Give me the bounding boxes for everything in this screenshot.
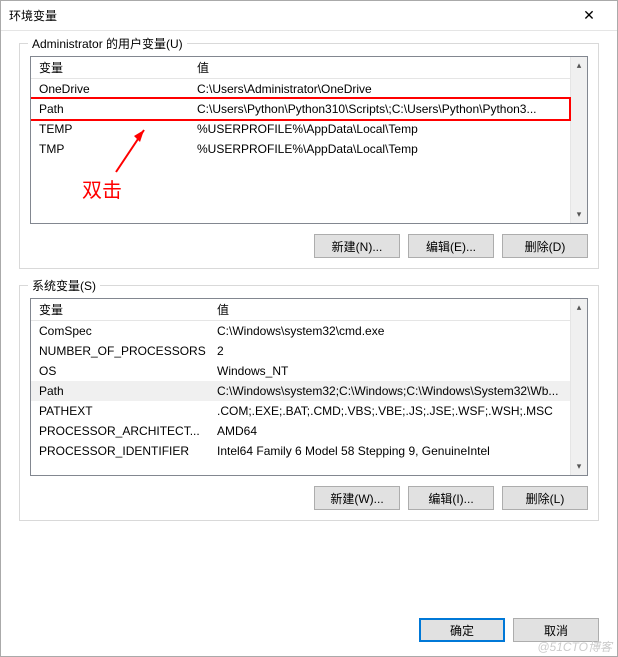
col-var-header[interactable]: 变量 — [31, 301, 209, 318]
var-name: OS — [31, 364, 209, 378]
dialog-footer: 确定 取消 — [1, 610, 617, 656]
var-value: C:\Windows\system32\cmd.exe — [209, 324, 570, 338]
var-value: Windows_NT — [209, 364, 570, 378]
sys-vars-group: 系统变量(S) 变量 值 ComSpec C:\Windows\system32… — [19, 285, 599, 521]
sys-vars-list[interactable]: 变量 值 ComSpec C:\Windows\system32\cmd.exe… — [30, 298, 588, 476]
window-title: 环境变量 — [9, 7, 569, 24]
watermark: @51CTO博客 — [537, 638, 612, 655]
new-user-var-button[interactable]: 新建(N)... — [314, 234, 400, 258]
var-value: AMD64 — [209, 424, 570, 438]
var-name: Path — [31, 384, 209, 398]
var-value: 2 — [209, 344, 570, 358]
ok-button[interactable]: 确定 — [419, 618, 505, 642]
user-list-rows: OneDrive C:\Users\Administrator\OneDrive… — [31, 79, 570, 159]
new-sys-var-button[interactable]: 新建(W)... — [314, 486, 400, 510]
table-row[interactable]: TEMP %USERPROFILE%\AppData\Local\Temp — [31, 119, 570, 139]
scroll-down-icon[interactable]: ▾ — [571, 206, 587, 223]
table-row[interactable]: PROCESSOR_IDENTIFIER Intel64 Family 6 Mo… — [31, 441, 570, 461]
env-vars-dialog: 环境变量 ✕ Administrator 的用户变量(U) 变量 值 OneDr… — [0, 0, 618, 657]
table-row[interactable]: Path C:\Users\Python\Python310\Scripts\;… — [31, 99, 570, 119]
edit-user-var-button[interactable]: 编辑(E)... — [408, 234, 494, 258]
var-value: %USERPROFILE%\AppData\Local\Temp — [189, 122, 570, 136]
scroll-down-icon[interactable]: ▾ — [571, 458, 587, 475]
user-buttons: 新建(N)... 编辑(E)... 删除(D) — [30, 234, 588, 258]
var-name: PATHEXT — [31, 404, 209, 418]
sys-list-header: 变量 值 — [31, 299, 570, 321]
var-value: C:\Windows\system32;C:\Windows;C:\Window… — [209, 384, 570, 398]
user-list-header: 变量 值 — [31, 57, 570, 79]
user-vars-group: Administrator 的用户变量(U) 变量 值 OneDrive C:\… — [19, 43, 599, 269]
var-name: TEMP — [31, 122, 189, 136]
var-name: NUMBER_OF_PROCESSORS — [31, 344, 209, 358]
table-row[interactable]: PATHEXT .COM;.EXE;.BAT;.CMD;.VBS;.VBE;.J… — [31, 401, 570, 421]
dialog-body: Administrator 的用户变量(U) 变量 值 OneDrive C:\… — [1, 31, 617, 610]
col-val-header[interactable]: 值 — [209, 301, 570, 318]
delete-user-var-button[interactable]: 删除(D) — [502, 234, 588, 258]
edit-sys-var-button[interactable]: 编辑(I)... — [408, 486, 494, 510]
table-row[interactable]: Path C:\Windows\system32;C:\Windows;C:\W… — [31, 381, 570, 401]
table-row[interactable]: OS Windows_NT — [31, 361, 570, 381]
user-vars-list[interactable]: 变量 值 OneDrive C:\Users\Administrator\One… — [30, 56, 588, 224]
table-row[interactable]: OneDrive C:\Users\Administrator\OneDrive — [31, 79, 570, 99]
scrollbar[interactable]: ▴ ▾ — [570, 299, 587, 475]
var-value: C:\Users\Python\Python310\Scripts\;C:\Us… — [189, 102, 570, 116]
scrollbar[interactable]: ▴ ▾ — [570, 57, 587, 223]
var-name: ComSpec — [31, 324, 209, 338]
table-row[interactable]: TMP %USERPROFILE%\AppData\Local\Temp — [31, 139, 570, 159]
sys-vars-label: 系统变量(S) — [28, 277, 100, 294]
table-row[interactable]: PROCESSOR_ARCHITECT... AMD64 — [31, 421, 570, 441]
sys-buttons: 新建(W)... 编辑(I)... 删除(L) — [30, 486, 588, 510]
var-value: C:\Users\Administrator\OneDrive — [189, 82, 570, 96]
col-val-header[interactable]: 值 — [189, 59, 570, 76]
titlebar[interactable]: 环境变量 ✕ — [1, 1, 617, 31]
user-vars-label: Administrator 的用户变量(U) — [28, 35, 187, 52]
table-row[interactable]: ComSpec C:\Windows\system32\cmd.exe — [31, 321, 570, 341]
scroll-up-icon[interactable]: ▴ — [571, 57, 587, 74]
var-value: Intel64 Family 6 Model 58 Stepping 9, Ge… — [209, 444, 570, 458]
sys-list-rows: ComSpec C:\Windows\system32\cmd.exe NUMB… — [31, 321, 570, 461]
close-icon[interactable]: ✕ — [569, 2, 609, 30]
scroll-up-icon[interactable]: ▴ — [571, 299, 587, 316]
var-name: PROCESSOR_IDENTIFIER — [31, 444, 209, 458]
var-name: Path — [31, 102, 189, 116]
var-name: OneDrive — [31, 82, 189, 96]
var-name: TMP — [31, 142, 189, 156]
col-var-header[interactable]: 变量 — [31, 59, 189, 76]
delete-sys-var-button[interactable]: 删除(L) — [502, 486, 588, 510]
var-name: PROCESSOR_ARCHITECT... — [31, 424, 209, 438]
table-row[interactable]: NUMBER_OF_PROCESSORS 2 — [31, 341, 570, 361]
var-value: %USERPROFILE%\AppData\Local\Temp — [189, 142, 570, 156]
var-value: .COM;.EXE;.BAT;.CMD;.VBS;.VBE;.JS;.JSE;.… — [209, 404, 570, 418]
